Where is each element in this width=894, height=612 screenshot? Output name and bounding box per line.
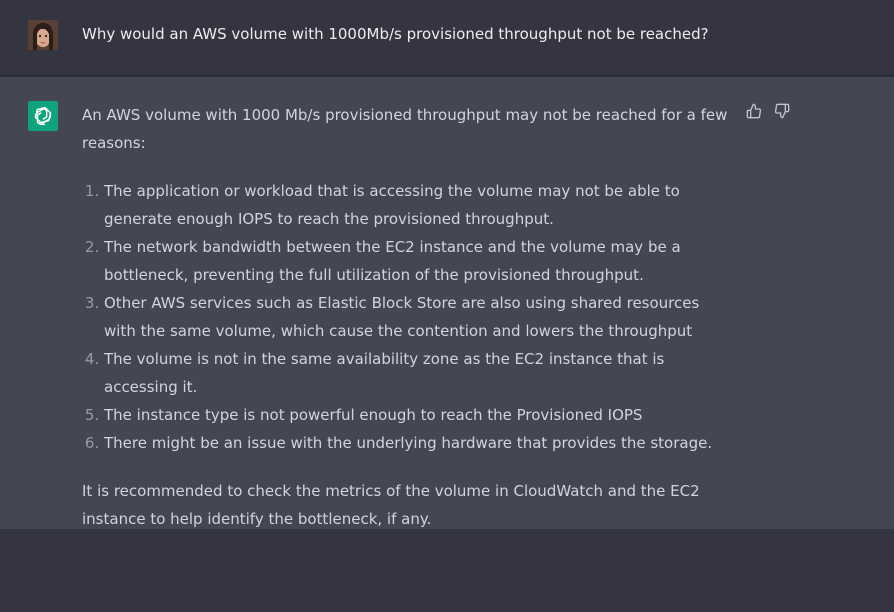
- feedback-buttons: [746, 103, 790, 119]
- thumbs-up-icon: [746, 103, 762, 119]
- user-message-text: Why would an AWS volume with 1000Mb/s pr…: [82, 25, 709, 43]
- thumbs-down-icon: [774, 103, 790, 119]
- list-item: The instance type is not powerful enough…: [104, 401, 732, 429]
- list-item: The network bandwidth between the EC2 in…: [104, 233, 732, 289]
- assistant-conclusion: It is recommended to check the metrics o…: [82, 482, 700, 528]
- assistant-message-row: An AWS volume with 1000 Mb/s provisioned…: [0, 77, 894, 529]
- list-item: There might be an issue with the underly…: [104, 429, 732, 457]
- thumbs-up-button[interactable]: [746, 103, 762, 119]
- user-message-row: Why would an AWS volume with 1000Mb/s pr…: [0, 0, 894, 76]
- assistant-message-content: An AWS volume with 1000 Mb/s provisioned…: [82, 101, 732, 533]
- bottom-area: [0, 529, 894, 612]
- reasons-list: The application or workload that is acce…: [82, 177, 732, 457]
- list-item: Other AWS services such as Elastic Block…: [104, 289, 732, 345]
- user-avatar: [28, 20, 58, 50]
- thumbs-down-button[interactable]: [774, 103, 790, 119]
- list-item: The application or workload that is acce…: [104, 177, 732, 233]
- assistant-intro: An AWS volume with 1000 Mb/s provisioned…: [82, 106, 728, 152]
- list-item: The volume is not in the same availabili…: [104, 345, 732, 401]
- openai-logo-icon: [28, 101, 58, 131]
